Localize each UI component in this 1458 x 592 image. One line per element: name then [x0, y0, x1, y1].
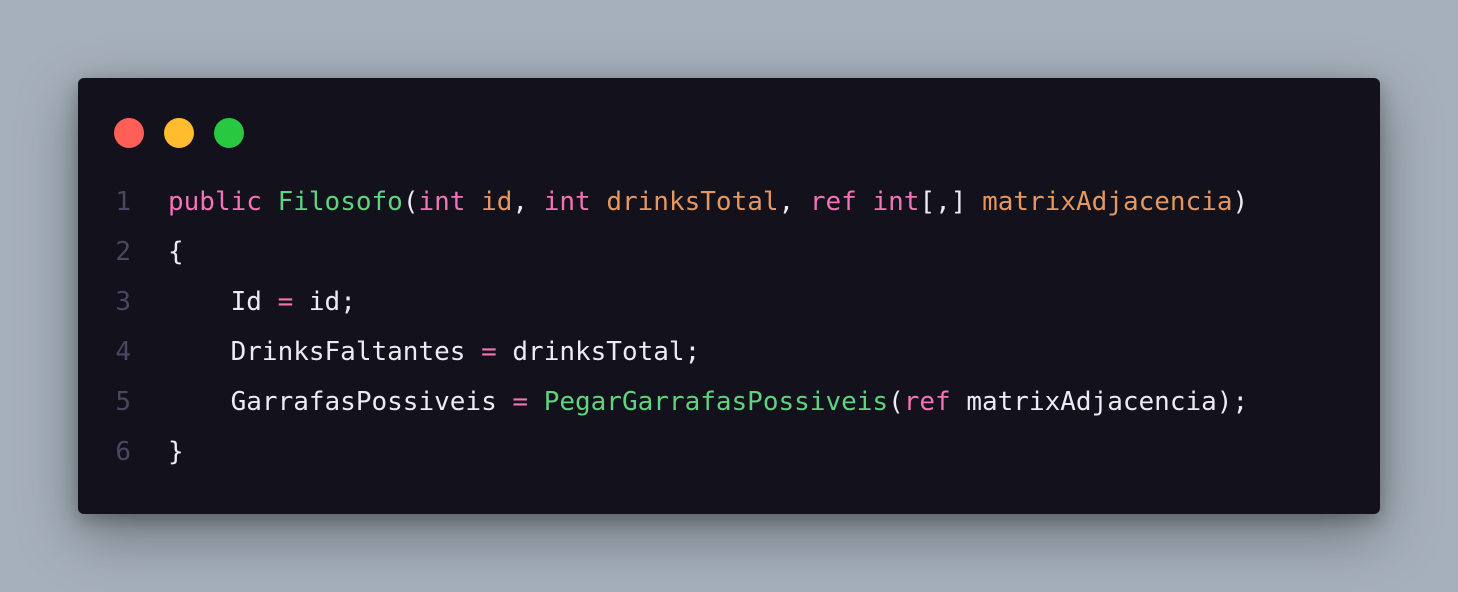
code-line: 2{: [78, 227, 1380, 277]
code-token: drinksTotal;: [496, 337, 701, 367]
code-token: {: [168, 237, 184, 267]
close-dot-icon[interactable]: [114, 118, 144, 148]
line-number: 2: [115, 237, 131, 267]
code-token: id;: [293, 287, 356, 317]
line-source: DrinksFaltantes = drinksTotal;: [168, 327, 701, 377]
line-source: Id = id;: [168, 277, 356, 327]
code-token: =: [481, 337, 497, 367]
code-token: ,: [512, 187, 544, 217]
code-token: matrixAdjacencia: [982, 187, 1233, 217]
code-token: =: [277, 287, 294, 317]
code-token: int: [872, 187, 920, 217]
code-token: PegarGarrafasPossiveis: [543, 387, 889, 417]
code-token: drinksTotal: [606, 187, 779, 217]
code-line: 3 Id = id;: [78, 277, 1380, 327]
code-line: 4 DrinksFaltantes = drinksTotal;: [78, 327, 1380, 377]
code-token: ): [1232, 187, 1249, 217]
line-number: 6: [115, 437, 131, 467]
code-token: GarrafasPossiveis: [168, 387, 513, 417]
code-token: (: [402, 187, 419, 217]
window-controls: [114, 118, 244, 148]
line-number: 5: [115, 387, 131, 417]
code-token: Id: [168, 287, 278, 317]
maximize-dot-icon[interactable]: [214, 118, 244, 148]
code-token: id: [481, 187, 513, 217]
code-token: ref: [903, 387, 951, 417]
code-line: 1 public Filosofo(int id, int drinksTotal…: [78, 177, 1380, 227]
code-token: DrinksFaltantes: [168, 337, 482, 367]
line-number: 1: [115, 187, 131, 217]
code-token: matrixAdjacencia);: [950, 387, 1249, 417]
code-token: ,: [778, 187, 810, 217]
minimize-dot-icon[interactable]: [164, 118, 194, 148]
line-source: }: [168, 427, 184, 477]
line-number: 3: [115, 287, 131, 317]
line-source: {: [168, 227, 184, 277]
code-line: 6}: [78, 427, 1380, 477]
code-token: public: [168, 187, 262, 217]
line-number: 4: [115, 337, 131, 367]
code-block: 1 public Filosofo(int id, int drinksTotal…: [78, 177, 1380, 477]
code-window: 1 public Filosofo(int id, int drinksTotal…: [78, 78, 1380, 514]
code-token: Filosofo: [277, 187, 403, 217]
code-token: int: [418, 187, 466, 217]
code-token: (: [888, 387, 904, 417]
code-token: =: [512, 387, 529, 417]
line-source: GarrafasPossiveis = PegarGarrafasPossive…: [168, 377, 1249, 427]
code-line: 5 GarrafasPossiveis = PegarGarrafasPossi…: [78, 377, 1380, 427]
code-token: [,]: [919, 187, 983, 217]
code-token: }: [168, 437, 184, 467]
code-token: ref: [809, 187, 857, 217]
line-source: public Filosofo(int id, int drinksTotal,…: [168, 177, 1248, 227]
code-token: int: [543, 187, 591, 217]
